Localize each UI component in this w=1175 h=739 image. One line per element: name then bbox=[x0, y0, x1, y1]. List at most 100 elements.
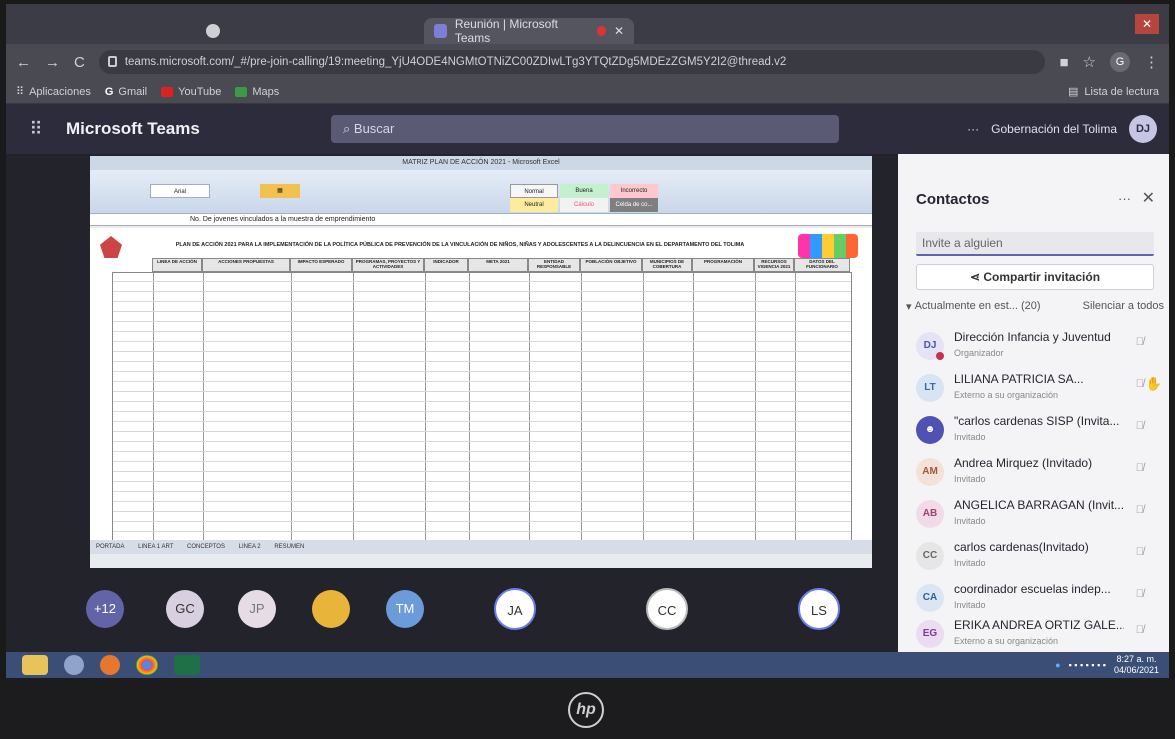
contact-name: ANGELICA BARRAGAN (Invit... bbox=[954, 498, 1124, 512]
bookmark-gmail[interactable]: G Gmail bbox=[105, 86, 147, 98]
col-header: LINEA DE ACCIÓN bbox=[152, 258, 202, 272]
mic-muted-icon: 🎙̸ bbox=[1135, 504, 1144, 516]
file-explorer-icon[interactable] bbox=[22, 655, 48, 675]
back-icon[interactable]: ← bbox=[16, 54, 31, 71]
contact-item[interactable]: EG ERIKA ANDREA ORTIZ GALE... Externo a … bbox=[916, 614, 1164, 654]
firefox-icon[interactable] bbox=[100, 655, 120, 675]
style-bad-button[interactable]: Incorrecto bbox=[610, 184, 658, 198]
user-avatar[interactable]: DJ bbox=[1129, 115, 1157, 143]
more-options-icon[interactable]: ··· bbox=[967, 122, 979, 136]
app-launcher-icon[interactable]: ⠿ bbox=[6, 119, 66, 140]
sheet-tab[interactable]: PORTADA bbox=[96, 544, 124, 550]
participant-photo-avatar[interactable] bbox=[312, 590, 350, 628]
sheet-tab[interactable]: RESUMEN bbox=[274, 544, 304, 550]
style-normal-button[interactable]: Normal bbox=[510, 184, 558, 198]
teams-title: Microsoft Teams bbox=[66, 119, 200, 138]
chrome-icon[interactable] bbox=[136, 655, 158, 675]
profile-icon[interactable]: G bbox=[1110, 52, 1130, 72]
col-header: INDICADOR bbox=[424, 258, 468, 272]
conditional-format-button[interactable]: ▦ bbox=[260, 184, 300, 198]
participant-avatar[interactable]: GC bbox=[166, 590, 204, 628]
sheet-tab[interactable]: LINEA 1 ART bbox=[138, 544, 173, 550]
organization-name[interactable]: Gobernación del Tolima bbox=[991, 122, 1117, 136]
bookmark-youtube[interactable]: YouTube bbox=[161, 86, 221, 98]
contact-item[interactable]: CA coordinador escuelas indep... Invitad… bbox=[916, 578, 1164, 618]
camera-blocked-icon[interactable]: ■ bbox=[1059, 54, 1068, 71]
contact-avatar: CA bbox=[916, 584, 944, 612]
google-icon: G bbox=[104, 85, 114, 98]
participant-avatar-speaking[interactable]: LS bbox=[798, 588, 840, 630]
star-icon[interactable]: ☆ bbox=[1083, 53, 1096, 71]
contact-avatar: AM bbox=[916, 458, 944, 486]
hp-logo: hp bbox=[568, 692, 604, 728]
font-box[interactable]: Arial bbox=[150, 184, 210, 198]
gobernacion-logo bbox=[100, 236, 122, 258]
tab-teams[interactable]: Reunión | Microsoft Teams ✕ bbox=[424, 17, 634, 45]
present-count-label: Actualmente en est... (20) bbox=[914, 300, 1041, 312]
bookmark-youtube-label: YouTube bbox=[178, 85, 222, 98]
contact-item[interactable]: AM Andrea Mirquez (Invitado) Invitado 🎙̸ bbox=[916, 452, 1164, 492]
tab-whatsapp[interactable] bbox=[196, 18, 416, 44]
teams-icon bbox=[434, 24, 447, 38]
sheet-tab[interactable]: LINEA 2 bbox=[239, 544, 261, 550]
url-text: teams.microsoft.com/_#/pre-join-calling/… bbox=[124, 56, 787, 68]
header-right: ··· Gobernación del Tolima DJ bbox=[967, 115, 1169, 143]
style-calc-button[interactable]: Cálculo bbox=[560, 198, 608, 212]
apps-icon: ⠿ bbox=[16, 86, 25, 98]
contact-avatar: AB bbox=[916, 500, 944, 528]
tray-icons[interactable]: ▪ ▪ ▪ ▪ ▪ ▪ ▪ bbox=[1069, 660, 1106, 670]
style-neutral-button[interactable]: Neutral bbox=[510, 198, 558, 212]
contact-role: Invitado bbox=[954, 474, 986, 484]
system-tray: ● ▪ ▪ ▪ ▪ ▪ ▪ ▪ 8:27 a. m. 04/06/2021 bbox=[1055, 654, 1169, 676]
sheet-grid[interactable] bbox=[112, 272, 852, 542]
contact-item[interactable]: AB ANGELICA BARRAGAN (Invit... Invitado … bbox=[916, 494, 1164, 534]
tab-close-icon[interactable]: ✕ bbox=[614, 24, 624, 38]
reload-icon[interactable]: C bbox=[74, 54, 85, 71]
lock-icon bbox=[107, 56, 117, 67]
mute-all-button[interactable]: Silenciar a todos bbox=[1083, 300, 1164, 313]
invite-input[interactable]: Invite a alguien bbox=[916, 232, 1154, 256]
more-options-icon[interactable]: ··· bbox=[1118, 191, 1131, 206]
url-field[interactable]: teams.microsoft.com/_#/pre-join-calling/… bbox=[98, 50, 1046, 74]
style-cell-button[interactable]: Celda de co... bbox=[610, 198, 658, 212]
recording-icon bbox=[596, 26, 606, 36]
search-input[interactable]: ⌕ Buscar bbox=[331, 115, 839, 143]
contact-role: Invitado bbox=[954, 558, 986, 568]
participant-avatar-speaking[interactable]: JA bbox=[494, 588, 536, 630]
forward-icon[interactable]: → bbox=[45, 54, 60, 71]
contact-item[interactable]: LT LILIANA PATRICIA SA... Externo a su o… bbox=[916, 368, 1164, 408]
window-close-button[interactable]: ✕ bbox=[1135, 14, 1159, 34]
mic-muted-icon: 🎙̸ bbox=[1135, 336, 1144, 348]
contact-item[interactable]: ☻ "carlos cardenas SISP (Invita... Invit… bbox=[916, 410, 1164, 450]
sheet-tabs: PORTADA LINEA 1 ART CONCEPTOS LINEA 2 RE… bbox=[90, 540, 872, 554]
col-header: POBLACIÓN OBJETIVO bbox=[580, 258, 642, 272]
excel-icon[interactable] bbox=[174, 655, 200, 675]
children-illustration bbox=[798, 234, 858, 258]
app-icon[interactable] bbox=[64, 655, 84, 675]
contact-item[interactable]: CC carlos cardenas(Invitado) Invitado 🎙̸ bbox=[916, 536, 1164, 576]
participant-avatar[interactable]: JP bbox=[238, 590, 276, 628]
shared-screen-excel: MATRIZ PLAN DE ACCIÓN 2021 - Microsoft E… bbox=[90, 156, 872, 568]
menu-dots-icon[interactable]: ⋮ bbox=[1144, 53, 1159, 71]
formula-bar[interactable]: No. De jovenes vinculados a la muestra d… bbox=[90, 214, 872, 226]
presence-busy-icon bbox=[936, 352, 944, 360]
contact-item[interactable]: DJ Dirección Infancia y Juventud Organiz… bbox=[916, 326, 1164, 366]
participant-avatar[interactable]: TM bbox=[386, 590, 424, 628]
close-icon[interactable]: ✕ bbox=[1142, 188, 1155, 208]
mic-muted-icon: 🎙̸ bbox=[1135, 420, 1144, 432]
style-good-button[interactable]: Buena bbox=[560, 184, 608, 198]
sheet-tab[interactable]: CONCEPTOS bbox=[187, 544, 225, 550]
present-section-header[interactable]: ▾ Actualmente en est... (20) Silenciar a… bbox=[906, 300, 1164, 313]
bookmark-maps[interactable]: Maps bbox=[235, 86, 279, 98]
clock[interactable]: 8:27 a. m. 04/06/2021 bbox=[1114, 654, 1159, 676]
overflow-participants[interactable]: +12 bbox=[86, 590, 124, 628]
clock-date: 04/06/2021 bbox=[1113, 665, 1159, 675]
reading-list-button[interactable]: ▤ Lista de lectura bbox=[1068, 85, 1159, 99]
excel-ribbon: Normal Buena Incorrecto Neutral Cálculo … bbox=[90, 170, 872, 214]
contact-name: ERIKA ANDREA ORTIZ GALE... bbox=[954, 618, 1124, 632]
mic-muted-icon: 🎙̸ bbox=[1135, 588, 1144, 600]
share-invitation-button[interactable]: ⋖ Compartir invitación bbox=[916, 264, 1154, 290]
participant-avatar-speaking[interactable]: CC bbox=[646, 588, 688, 630]
bookmark-apps[interactable]: ⠿ Aplicaciones bbox=[16, 85, 91, 99]
help-icon[interactable]: ● bbox=[1055, 660, 1060, 670]
